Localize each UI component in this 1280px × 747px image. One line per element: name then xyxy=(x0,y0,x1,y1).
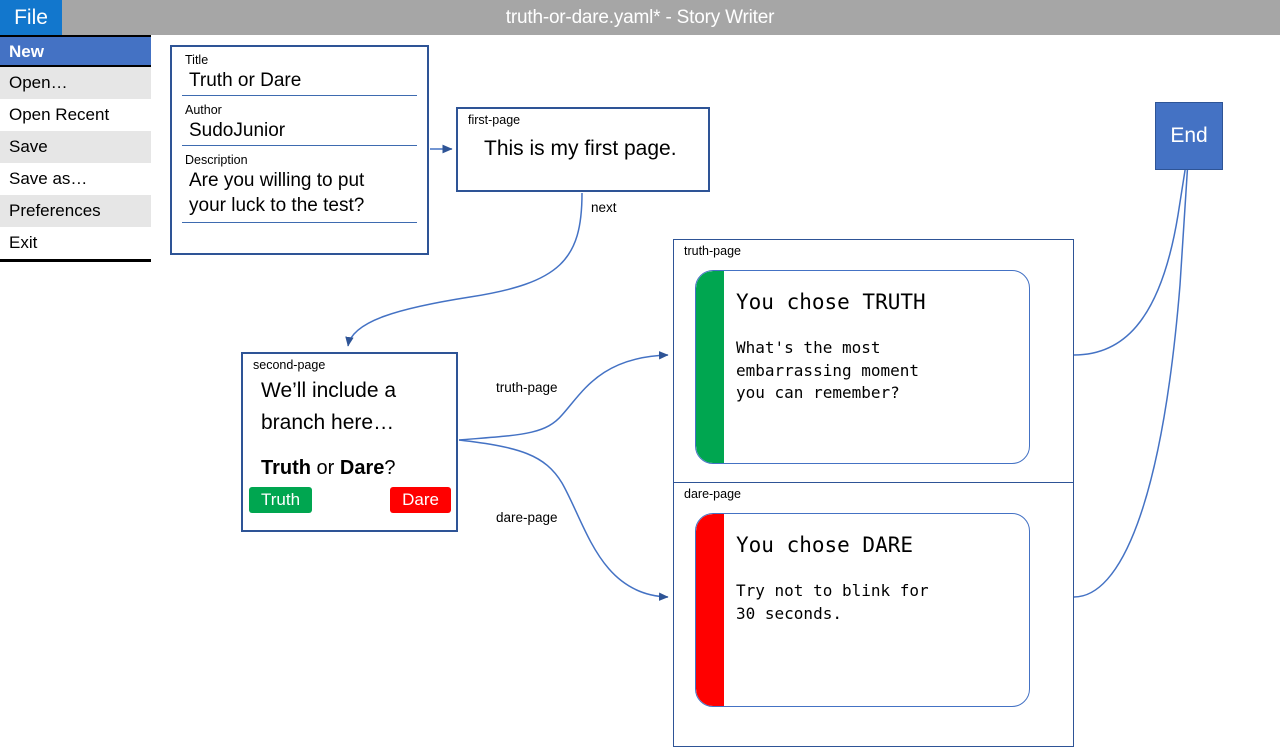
node-truth-page[interactable]: truth-page You chose TRUTH What's the mo… xyxy=(673,239,1074,503)
truth-preview-text: You chose TRUTH What's the most embarras… xyxy=(736,271,1029,405)
edge-second-page-to-dare-page xyxy=(458,439,669,601)
prompt-conjunction: or xyxy=(311,457,340,479)
description-field-underline xyxy=(182,222,417,223)
prompt-question-mark: ? xyxy=(384,457,396,479)
edge-label-dare-page: dare-page xyxy=(496,510,558,525)
prompt-truth-word: Truth xyxy=(261,457,311,479)
node-second-page-text: We’ll include a branch here… xyxy=(261,379,397,434)
node-second-page-id: second-page xyxy=(253,358,326,372)
node-first-page[interactable]: first-page This is my first page. xyxy=(456,107,710,192)
node-dare-page[interactable]: dare-page You chose DARE Try not to blin… xyxy=(673,482,1074,747)
menubar-item-file[interactable]: File xyxy=(0,0,62,35)
prompt-dare-word: Dare xyxy=(339,457,385,479)
title-bar: truth-or-dare.yaml* - Story Writer File xyxy=(0,0,1280,35)
dare-preview-heading: You chose DARE xyxy=(736,533,914,557)
dare-accent-bar xyxy=(696,514,724,706)
node-first-page-text: This is my first page. xyxy=(484,137,677,160)
author-field-label: Author xyxy=(185,103,222,117)
node-truth-page-id: truth-page xyxy=(684,244,741,258)
dare-page-preview-card: You chose DARE Try not to blink for 30 s… xyxy=(695,513,1030,707)
truth-page-preview-card: You chose TRUTH What's the most embarras… xyxy=(695,270,1030,464)
edge-label-truth-page: truth-page xyxy=(496,380,558,395)
author-field-underline xyxy=(182,145,417,146)
choice-button-truth[interactable]: Truth xyxy=(249,487,313,513)
edge-label-next: next xyxy=(591,200,617,215)
choice-button-row: Truth Dare xyxy=(243,487,456,513)
edge-truth-page-to-end xyxy=(1073,144,1192,356)
node-second-page[interactable]: second-page We’ll include a branch here…… xyxy=(241,352,458,532)
truth-accent-bar xyxy=(696,271,724,463)
edge-dare-page-to-end xyxy=(1073,144,1193,598)
title-field[interactable]: Title Truth or Dare xyxy=(182,53,417,96)
author-field[interactable]: Author SudoJunior xyxy=(182,103,417,146)
dare-preview-text: You chose DARE Try not to blink for 30 s… xyxy=(736,514,1029,625)
node-second-page-prompt: Truth or Dare? xyxy=(243,455,456,481)
node-dare-page-id: dare-page xyxy=(684,487,741,501)
title-field-underline xyxy=(182,95,417,96)
description-field-label: Description xyxy=(185,153,248,167)
story-metadata-card[interactable]: Title Truth or Dare Author SudoJunior De… xyxy=(170,45,429,255)
truth-preview-heading: You chose TRUTH xyxy=(736,290,926,314)
story-graph-canvas[interactable]: next truth-page dare-page Title Truth or… xyxy=(0,35,1280,747)
node-end[interactable]: End xyxy=(1155,102,1223,170)
window-title: truth-or-dare.yaml* - Story Writer xyxy=(505,7,775,28)
description-field-value: Are you willing to put your luck to the … xyxy=(189,170,365,216)
author-field-value: SudoJunior xyxy=(189,120,286,141)
title-field-label: Title xyxy=(185,53,209,67)
dare-preview-body: Try not to blink for 30 seconds. xyxy=(736,581,929,623)
edge-second-page-to-truth-page xyxy=(458,351,669,441)
title-field-value: Truth or Dare xyxy=(189,70,302,91)
choice-button-dare[interactable]: Dare xyxy=(390,487,451,513)
truth-preview-body: What's the most embarrassing moment you … xyxy=(736,338,920,402)
description-field[interactable]: Description Are you willing to put your … xyxy=(182,153,417,223)
node-first-page-id: first-page xyxy=(468,113,521,127)
